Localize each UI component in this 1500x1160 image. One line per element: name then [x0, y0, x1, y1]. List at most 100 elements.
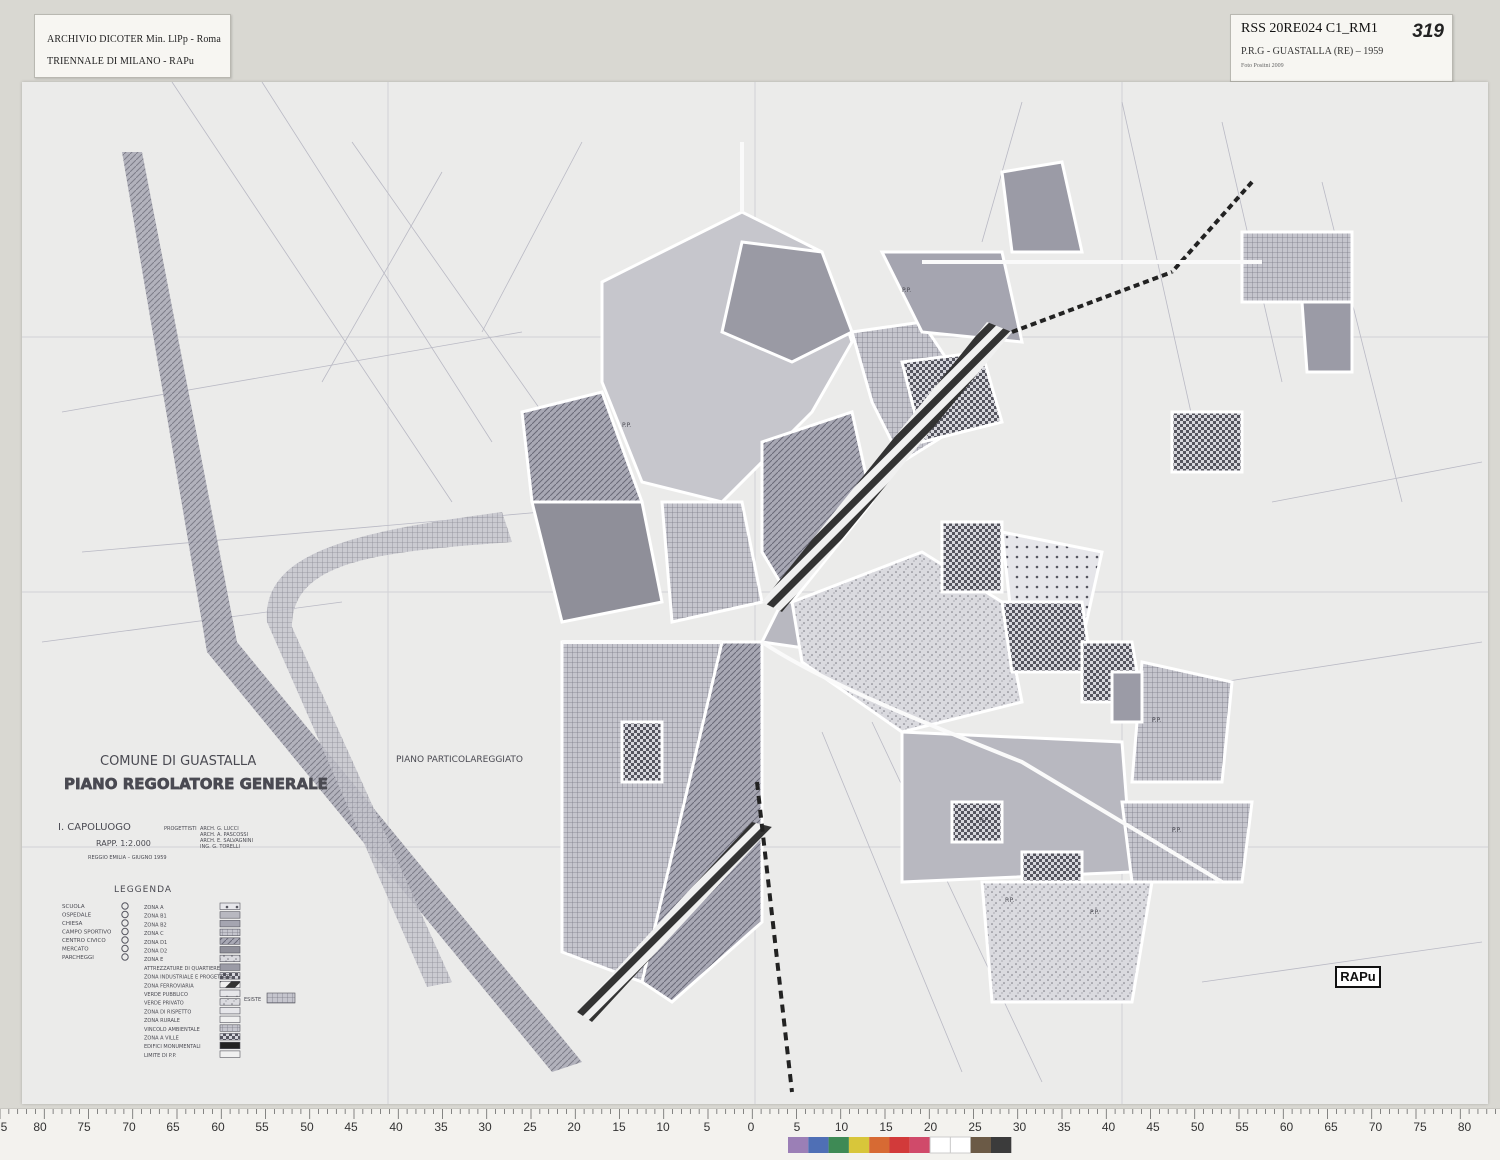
railway-dashed-ne — [1170, 180, 1254, 274]
ruler-label: 40 — [1102, 1120, 1116, 1134]
legend-zone-swatch — [219, 902, 241, 910]
place-date-text: REGGIO EMILIA – GIUGNO 1959 — [88, 855, 167, 861]
pp-zone-marker: P.P. — [1172, 827, 1181, 834]
ruler-label: 5 — [1, 1120, 8, 1134]
legend-zone-swatch — [219, 954, 241, 963]
legend-zone-label: VINCOLO AMBIENTALE — [144, 1027, 200, 1033]
legend-zone-swatch — [219, 1041, 241, 1050]
archive-label-line1: ARCHIVIO DICOTER Min. LlPp - Roma — [47, 34, 221, 45]
legend-zone-label: ZONA DI RISPETTO — [144, 1009, 191, 1015]
ruler-label: 0 — [748, 1120, 755, 1134]
legend-zone-label: ZONA D1 — [144, 940, 167, 946]
ruler-label: 40 — [389, 1120, 403, 1134]
ruler-label: 60 — [211, 1120, 225, 1134]
legend-zone-label: ZONA INDUSTRIALE E PROGETTATA — [144, 975, 233, 981]
ruler-label: 65 — [1324, 1120, 1338, 1134]
legend-zone-swatch — [219, 1033, 241, 1041]
ruler-label: 10 — [835, 1120, 849, 1134]
color-calibration-patch — [909, 1137, 931, 1153]
color-calibration-patch — [869, 1137, 890, 1153]
ruler-label: 45 — [1146, 1120, 1160, 1134]
ruler-label: 70 — [122, 1120, 136, 1134]
ruler-label: 30 — [1013, 1120, 1027, 1134]
legend-symbol-label: MERCATO — [62, 947, 89, 953]
ruler-label: 45 — [344, 1120, 358, 1134]
legend-zone-swatch — [219, 1024, 241, 1032]
legend-extra-swatch — [266, 992, 296, 1004]
legend-zone-swatch — [219, 928, 241, 936]
legend-zone-swatch — [219, 1050, 241, 1058]
legend-zone-swatch — [219, 920, 241, 928]
ruler-label: 55 — [1235, 1120, 1249, 1134]
legend-zone-swatch — [219, 963, 241, 971]
color-calibration-patch — [929, 1136, 951, 1154]
ruler-label: 25 — [968, 1120, 982, 1134]
market-symbol — [121, 944, 129, 953]
pp-zone-marker: P.P. — [622, 422, 631, 429]
legend-zone-swatch — [219, 980, 241, 989]
legend-zone-label: ZONA RURALE — [144, 1018, 180, 1024]
color-calibration-patch — [970, 1137, 991, 1153]
legend-zone-label: LIMITE DI P.P. — [144, 1053, 177, 1059]
legend-zone-label: VERDE PRIVATO — [144, 1001, 184, 1007]
legend-zone-label: ZONA E — [144, 957, 163, 963]
color-calibration-patch — [991, 1137, 1012, 1153]
color-calibration-patch — [848, 1137, 870, 1153]
ruler-label: 80 — [33, 1120, 47, 1134]
legend-zone-label: ZONA A — [144, 905, 164, 911]
color-calibration-patch — [828, 1137, 849, 1153]
ruler-label: 15 — [612, 1120, 626, 1134]
railway-dashed-south — [755, 781, 794, 1093]
ruler-label: 80 — [1458, 1120, 1472, 1134]
legend-zone-label: EDIFICI MONUMENTALI — [144, 1044, 201, 1050]
ruler-label: 70 — [1369, 1120, 1383, 1134]
ruler-label: 30 — [478, 1120, 492, 1134]
legend-symbol-label: CENTRO CIVICO — [62, 938, 106, 944]
church-symbol — [121, 919, 129, 927]
scale-text: RAPP. 1:2.000 — [96, 839, 151, 848]
color-calibration-patch — [889, 1137, 910, 1153]
legend-zone-swatch — [219, 937, 241, 945]
ruler-label: 25 — [523, 1120, 537, 1134]
catalog-label-card: RSS 20RE024 C1_RM1 319 P.R.G - GUASTALLA… — [1230, 14, 1453, 82]
pp-zone-marker: P.P. — [1005, 897, 1014, 904]
legend-extra-note: ESISTE — [244, 997, 261, 1003]
color-calibration-patch — [949, 1136, 972, 1154]
section-name: I. CAPOLUOGO — [58, 822, 131, 833]
plan-title: PIANO REGOLATORE GENERALE — [64, 775, 328, 793]
ruler-label: 20 — [924, 1120, 938, 1134]
legend-symbol-label: PARCHEGGI — [62, 955, 94, 961]
pp-zone-marker: P.P. — [1152, 717, 1161, 724]
ruler-label: 35 — [1057, 1120, 1071, 1134]
legend-symbol-label: OSPEDALE — [62, 913, 92, 919]
legend-zone-swatch — [219, 1007, 241, 1015]
catalog-photo-credit: Foto Positni 2009 — [1241, 63, 1284, 69]
legend-zone-label: ZONA B2 — [144, 922, 167, 928]
ruler-svg: 5 80 75 70 65 60 55 50 45 40 35 30 25 20 15 10 5 0 5 10 15 20… — [0, 1109, 1497, 1154]
western-canal — [122, 152, 582, 1072]
catalog-number: 319 — [1412, 21, 1444, 42]
legend-zone-label: ATTREZZATURE DI QUARTIERE — [144, 966, 220, 972]
designers-label: PROGETTISTI — [164, 826, 197, 832]
legend-zone-label: ZONA FERROVIARIA — [144, 983, 194, 989]
ruler-label: 50 — [1191, 1120, 1205, 1134]
ruler-label: 15 — [879, 1120, 893, 1134]
legend-zone-label: ZONA B1 — [144, 914, 167, 920]
ruler-label: 75 — [1413, 1120, 1427, 1134]
civic-center-symbol — [121, 936, 129, 944]
sports-field-symbol — [121, 927, 129, 936]
legend-zone-swatch — [219, 946, 241, 954]
legend-zone-swatch — [219, 1015, 241, 1023]
legend-zone-label: ZONA C — [144, 931, 164, 937]
ruler-label: 35 — [434, 1120, 448, 1134]
legend-zone-swatch — [219, 911, 241, 919]
color-calibration-patch — [788, 1137, 809, 1153]
color-calibration-patch — [808, 1137, 829, 1153]
ruler-label: 20 — [567, 1120, 581, 1134]
rapu-stamp: RAPu — [1335, 966, 1381, 988]
pp-zone-marker: P.P. — [1090, 909, 1099, 916]
archive-label-card: ARCHIVIO DICOTER Min. LlPp - Roma TRIENN… — [34, 14, 231, 78]
hospital-symbol — [121, 910, 129, 919]
ruler-label: 5 — [704, 1120, 711, 1134]
ruler-label: 60 — [1280, 1120, 1294, 1134]
